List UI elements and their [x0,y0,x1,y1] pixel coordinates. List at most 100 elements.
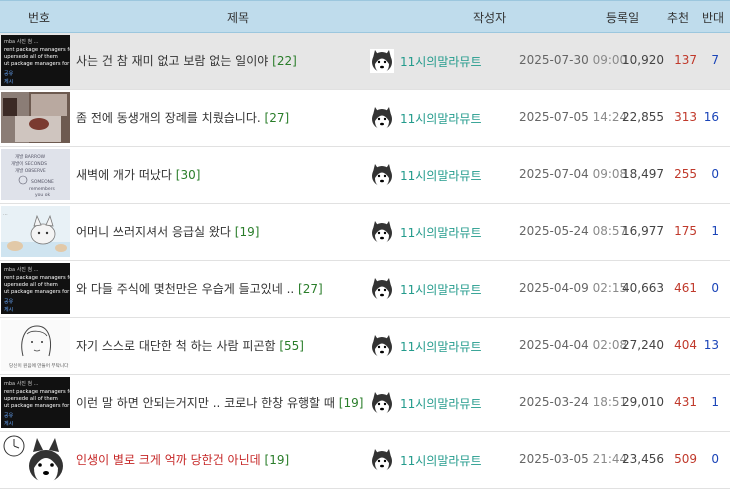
post-thumbnail[interactable]: mba 사진 첨 ... rent package managers for Py… [1,263,70,314]
svg-text:...: ... [3,211,8,217]
author-avatar[interactable] [370,448,394,472]
upvote-count: 313 [674,110,697,124]
svg-text:upersede all of them: upersede all of them [4,54,58,60]
comment-count[interactable]: [55] [279,339,304,353]
post-title[interactable]: 인생이 별로 크게 억까 당한건 아닌데 [76,453,261,467]
comment-count[interactable]: [27] [298,282,323,296]
post-row[interactable]: ... 어머니 쓰러지셔서 응급실 왔다 [19] 11시의말라뮤트 2025-05-… [0,204,730,261]
post-thumbnail[interactable] [1,434,70,485]
comment-count[interactable]: [19] [339,396,364,410]
post-title-link[interactable]: 사는 건 참 재미 없고 보람 없는 일이야 [22] [76,33,366,89]
post-date: 2025-07-05 14:24 [519,110,627,124]
svg-text:upersede all of them: upersede all of them [4,396,58,402]
post-row[interactable]: mba 사진 첨 ... rent package managers for Py… [0,33,730,90]
post-date-day: 2025-04-09 [519,281,589,295]
post-date: 2025-05-24 08:57 [519,224,627,238]
author-name[interactable]: 11시의말라뮤트 [400,167,482,184]
downvote-count: 0 [711,167,719,181]
upvote-count: 509 [674,452,697,466]
svg-text:upersede all of them: upersede all of them [4,282,58,288]
author-avatar[interactable] [370,334,394,358]
comment-count[interactable]: [19] [235,225,260,239]
post-row[interactable]: mba 사진 첨 ... rent package managers for Py… [0,261,730,318]
svg-text:rent package managers for Pyt: rent package managers for Pyt [4,47,70,53]
post-thumbnail[interactable] [1,92,70,143]
post-title[interactable]: 와 다들 주식에 몇천만은 우습게 들고있네 .. [76,282,294,296]
post-title[interactable]: 이런 말 하면 안되는거지만 .. 코로나 한창 유행할 때 [76,396,335,410]
post-thumbnail[interactable]: ... [1,206,70,257]
author-name[interactable]: 11시의말라뮤트 [400,224,482,241]
downvote-count: 13 [703,338,719,352]
post-row[interactable]: 당신이 원음에 만들어 부탁니다 자기 스스로 대단한 척 하는 사람 피곤함 [… [0,318,730,375]
downvote-count: 1 [711,224,719,238]
header-date: 등록일 [606,11,640,25]
svg-text:공유: 공유 [4,299,14,305]
post-title[interactable]: 어머니 쓰러지셔서 응급실 왔다 [76,225,231,239]
author-name[interactable]: 11시의말라뮤트 [400,395,482,412]
post-date-day: 2025-03-05 [519,452,589,466]
svg-text:공유: 공유 [4,71,14,77]
svg-text:개발이 SECONDS: 개발이 SECONDS [11,160,47,167]
svg-text:당신이 원음에 만들어 부탁니다: 당신이 원음에 만들어 부탁니다 [9,362,69,369]
author-avatar[interactable] [370,106,394,130]
post-date: 2025-04-09 02:15 [519,281,627,295]
post-title-link[interactable]: 새벽에 개가 떠났다 [30] [76,147,366,203]
svg-text:개발 BARROW: 개발 BARROW [15,153,46,160]
post-date-day: 2025-07-05 [519,110,589,124]
header-number: 번호 [28,11,51,25]
view-count: 29,010 [622,395,664,409]
author-avatar[interactable] [370,163,394,187]
svg-text:mba 사진 첨 ...: mba 사진 첨 ... [4,380,39,387]
post-thumbnail[interactable]: mba 사진 첨 ... rent package managers for Py… [1,377,70,428]
upvote-count: 431 [674,395,697,409]
svg-text:개발 OBSERVE: 개발 OBSERVE [15,167,46,174]
view-count: 22,855 [622,110,664,124]
svg-text:mba 사진 첨 ...: mba 사진 첨 ... [4,266,39,273]
author-name[interactable]: 11시의말라뮤트 [400,452,482,469]
author-avatar[interactable] [370,277,394,301]
post-date: 2025-03-24 18:51 [519,395,627,409]
author-avatar[interactable] [370,49,394,73]
author-avatar[interactable] [370,391,394,415]
upvote-count: 175 [674,224,697,238]
post-title[interactable]: 좀 전에 동생개의 장례를 치뤘습니다. [76,111,261,125]
author-name[interactable]: 11시의말라뮤트 [400,338,482,355]
post-thumbnail[interactable]: mba 사진 첨 ... rent package managers for Py… [1,35,70,86]
post-date: 2025-04-04 02:08 [519,338,627,352]
post-title-link[interactable]: 자기 스스로 대단한 척 하는 사람 피곤함 [55] [76,318,366,374]
svg-text:게시: 게시 [4,420,13,427]
post-row[interactable]: 좀 전에 동생개의 장례를 치뤘습니다. [27] 11시의말라뮤트 2025-07… [0,90,730,147]
post-title[interactable]: 자기 스스로 대단한 척 하는 사람 피곤함 [76,339,276,353]
author-name[interactable]: 11시의말라뮤트 [400,110,482,127]
author-avatar[interactable] [370,220,394,244]
downvote-count: 7 [711,53,719,67]
post-date-day: 2025-04-04 [519,338,589,352]
post-row[interactable]: mba 사진 첨 ... rent package managers for Py… [0,375,730,432]
author-name[interactable]: 11시의말라뮤트 [400,53,482,70]
svg-text:게시: 게시 [4,78,13,85]
post-title-link[interactable]: 좀 전에 동생개의 장례를 치뤘습니다. [27] [76,90,366,146]
comment-count[interactable]: [27] [265,111,290,125]
view-count: 23,456 [622,452,664,466]
comment-count[interactable]: [22] [272,54,297,68]
author-name[interactable]: 11시의말라뮤트 [400,281,482,298]
post-date: 2025-07-04 09:08 [519,167,627,181]
post-title-link[interactable]: 와 다들 주식에 몇천만은 우습게 들고있네 .. [27] [76,261,366,317]
comment-count[interactable]: [19] [265,453,290,467]
downvote-count: 0 [711,281,719,295]
post-title-link[interactable]: 어머니 쓰러지셔서 응급실 왔다 [19] [76,204,366,260]
post-title-link[interactable]: 인생이 별로 크게 억까 당한건 아닌데 [19] [76,432,366,488]
svg-text:ut package managers for Python: ut package managers for Python [4,289,70,295]
view-count: 16,977 [622,224,664,238]
post-title-link[interactable]: 이런 말 하면 안되는거지만 .. 코로나 한창 유행할 때 [19] [76,375,366,431]
post-thumbnail[interactable]: 개발 BARROW 개발이 SECONDS 개발 OBSERVE SOMEONE rem… [1,149,70,200]
svg-text:rent package managers for Pyt: rent package managers for Pyt [4,389,70,395]
post-title[interactable]: 사는 건 참 재미 없고 보람 없는 일이야 [76,54,268,68]
post-date-day: 2025-05-24 [519,224,589,238]
post-title[interactable]: 새벽에 개가 떠났다 [76,168,172,182]
post-thumbnail[interactable]: 당신이 원음에 만들어 부탁니다 [1,320,70,371]
post-row[interactable]: 인생이 별로 크게 억까 당한건 아닌데 [19] 11시의말라뮤트 2025-03… [0,432,730,489]
comment-count[interactable]: [30] [176,168,201,182]
upvote-count: 461 [674,281,697,295]
post-row[interactable]: 개발 BARROW 개발이 SECONDS 개발 OBSERVE SOMEONE rem… [0,147,730,204]
